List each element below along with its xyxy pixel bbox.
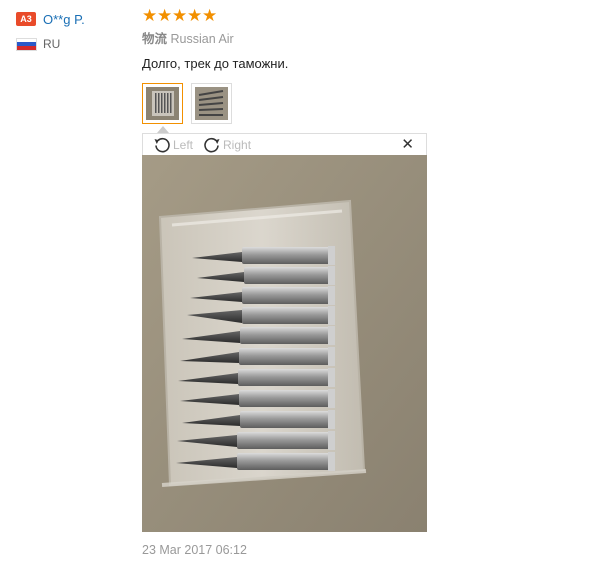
photo-thumbnail-1[interactable] <box>142 83 183 124</box>
buyer-level-badge: A3 <box>16 12 36 26</box>
star-icon: ★ <box>142 6 158 25</box>
rotate-right-button[interactable]: Right <box>203 136 251 154</box>
soldering-tips-thumb-graphic <box>146 87 179 120</box>
close-icon[interactable]: ✕ <box>401 136 414 154</box>
review-body: ★ ★ ★ ★ ★ 物流 Russian Air Долго, трек до … <box>142 6 602 72</box>
star-icon: ★ <box>157 6 173 25</box>
reviewer-country: RU <box>43 37 61 51</box>
review-date: 23 Mar 2017 06:12 <box>142 543 247 557</box>
russia-flag-icon <box>16 37 37 51</box>
reviewer-info: A3 O**g P. RU <box>16 10 126 51</box>
shipping-info: 物流 Russian Air <box>142 31 602 47</box>
rotate-left-label: Left <box>173 137 194 152</box>
rotate-right-label: Right <box>223 137 252 152</box>
shipping-method: Russian Air <box>170 32 234 46</box>
reviewer-country-row: RU <box>16 37 126 51</box>
review-text: Долго, трек до таможни. <box>142 56 289 71</box>
viewer-toolbar: Left Right ✕ <box>142 133 427 155</box>
star-icon: ★ <box>187 6 203 25</box>
reviewer-row: A3 O**g P. <box>16 10 126 28</box>
thumbnail-pointer <box>157 126 169 133</box>
rotate-left-button[interactable]: Left <box>153 136 193 154</box>
review-photo <box>142 155 427 532</box>
rotate-right-icon <box>204 137 220 152</box>
star-icon: ★ <box>172 6 188 25</box>
photo-viewer: Left Right ✕ <box>142 133 427 532</box>
thumbnail-image <box>146 87 179 120</box>
thumbnail-image <box>195 87 228 120</box>
rotate-left-icon <box>154 137 170 152</box>
star-icon: ★ <box>202 6 218 25</box>
photo-thumbnail-2[interactable] <box>191 83 232 124</box>
reviewer-name[interactable]: O**g P. <box>43 12 85 27</box>
star-rating: ★ ★ ★ ★ ★ <box>142 6 602 25</box>
review-photo-thumbnails <box>142 83 240 124</box>
shipping-label: 物流 <box>142 32 168 46</box>
soldering-tips-thumb-graphic <box>195 87 228 120</box>
